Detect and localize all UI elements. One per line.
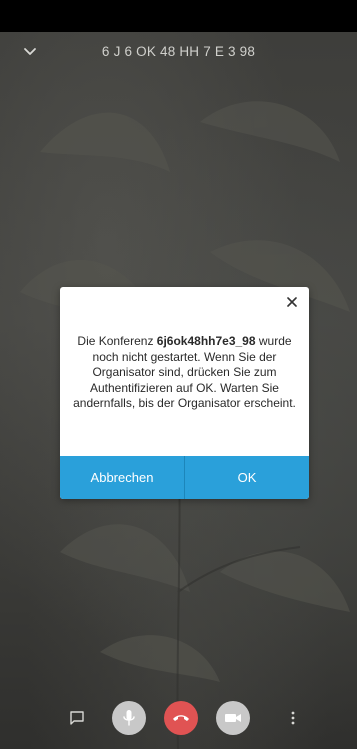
status-bar — [0, 0, 357, 32]
message-prefix: Die Konferenz — [77, 334, 157, 348]
more-icon[interactable] — [280, 705, 306, 731]
dialog-buttons: Abbrechen OK — [60, 456, 309, 499]
dialog-message: Die Konferenz 6j6ok48hh7e3_98 wurde noch… — [70, 334, 299, 412]
hangup-icon[interactable] — [164, 701, 198, 735]
chat-icon[interactable] — [64, 705, 90, 731]
conference-header: 6 J 6 OK 48 HH 7 E 3 98 — [0, 36, 357, 68]
call-toolbar — [0, 696, 357, 740]
ok-button[interactable]: OK — [185, 456, 309, 499]
conference-screen: 6 J 6 OK 48 HH 7 E 3 98 Die Konferenz 6j… — [0, 0, 357, 749]
room-name: 6j6ok48hh7e3_98 — [156, 334, 256, 348]
cancel-button[interactable]: Abbrechen — [60, 456, 184, 499]
close-icon[interactable] — [283, 293, 301, 311]
auth-dialog: Die Konferenz 6j6ok48hh7e3_98 wurde noch… — [60, 287, 309, 499]
room-code-title: 6 J 6 OK 48 HH 7 E 3 98 — [101, 44, 256, 59]
camera-icon[interactable] — [216, 701, 250, 735]
microphone-icon[interactable] — [112, 701, 146, 735]
